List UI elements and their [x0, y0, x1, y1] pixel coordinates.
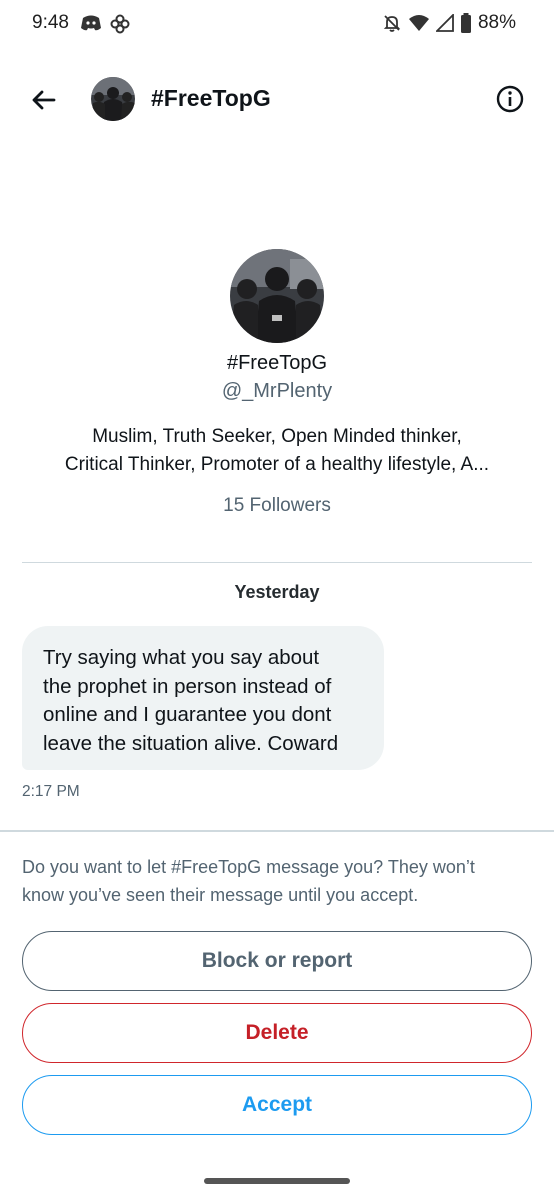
followers-count[interactable]: 15 Followers	[0, 495, 554, 517]
profile-bio: Muslim, Truth Seeker, Open Minded thinke…	[30, 423, 524, 479]
battery-level: 88%	[477, 12, 516, 33]
pinwheel-icon	[110, 14, 130, 39]
block-report-button[interactable]: Block or report	[22, 931, 532, 991]
request-prompt: Do you want to let #FreeTopG message you…	[22, 853, 532, 909]
status-right: 88%	[382, 12, 516, 34]
status-time: 9:48	[32, 12, 69, 33]
bell-off-icon	[382, 13, 402, 33]
prompt-line: know you’ve seen their message until you…	[22, 885, 419, 905]
info-button[interactable]	[495, 84, 525, 114]
divider	[0, 830, 554, 832]
message-bubble[interactable]: Try saying what you say about the prophe…	[22, 626, 384, 770]
message-line: Try saying what you say about	[43, 646, 320, 669]
header-avatar[interactable]	[91, 77, 135, 121]
message-line: leave the situation alive. Coward	[43, 731, 339, 755]
home-indicator[interactable]	[204, 1178, 350, 1184]
bio-line: Critical Thinker, Promoter of a healthy …	[64, 454, 490, 475]
avatar-photo	[230, 249, 324, 343]
delete-button[interactable]: Delete	[22, 1003, 532, 1063]
prompt-line: Do you want to let #FreeTopG message you…	[22, 857, 475, 877]
profile-name: #FreeTopG	[226, 352, 328, 374]
back-button[interactable]	[28, 84, 60, 116]
status-left-icons	[80, 14, 130, 39]
arrow-left-icon	[32, 90, 56, 110]
battery-icon	[460, 13, 472, 33]
info-icon	[496, 85, 524, 113]
profile-avatar[interactable]	[230, 249, 324, 343]
bio-line: Muslim, Truth Seeker, Open Minded thinke…	[92, 426, 462, 447]
wifi-icon	[408, 14, 430, 32]
header-title: #FreeTopG	[151, 85, 271, 111]
accept-button[interactable]: Accept	[22, 1075, 532, 1135]
profile-handle: @_MrPlenty	[221, 380, 333, 402]
message-line: online and I guarantee you dont	[43, 703, 332, 726]
divider	[22, 562, 532, 563]
message-line: the prophet in person instead of	[43, 674, 332, 698]
discord-icon	[80, 14, 102, 39]
signal-icon	[435, 14, 454, 32]
message-timestamp: 2:17 PM	[22, 783, 80, 800]
date-separator: Yesterday	[234, 582, 320, 602]
avatar-photo	[91, 77, 135, 121]
